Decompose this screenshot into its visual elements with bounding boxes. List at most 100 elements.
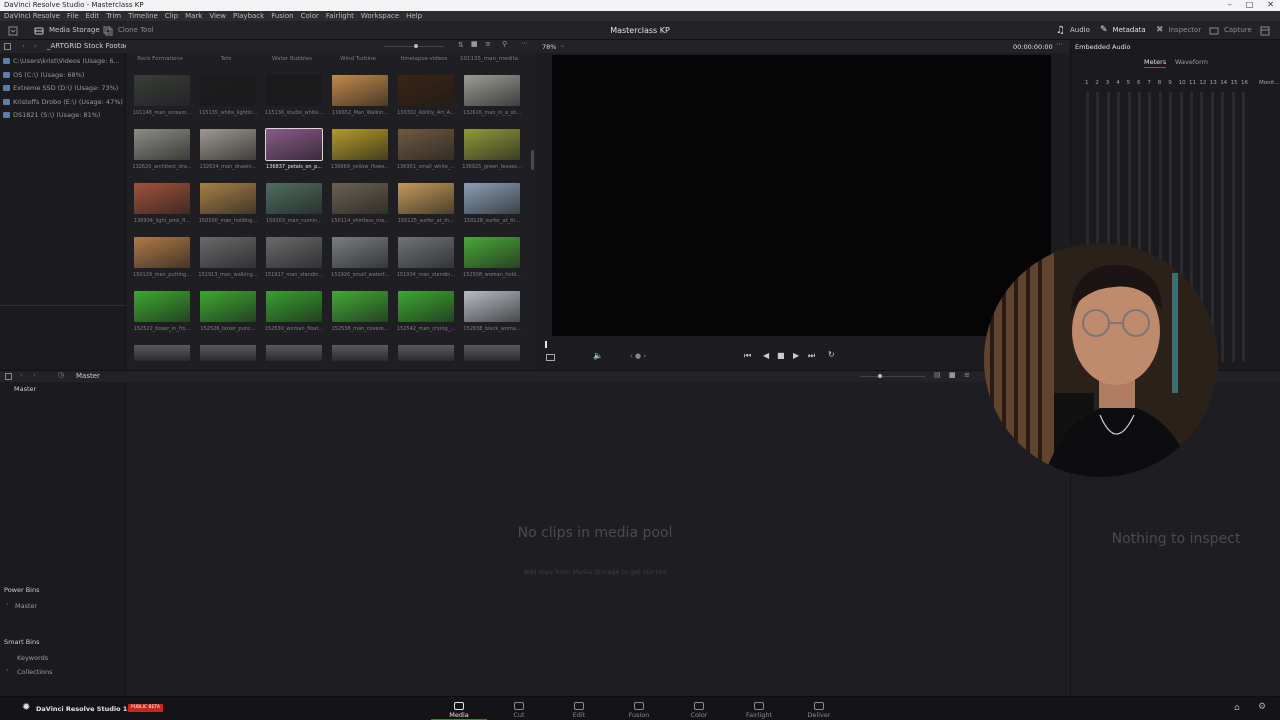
clip-thumbnail[interactable] xyxy=(266,237,322,268)
back-arrow-icon[interactable]: ‹ xyxy=(20,371,23,379)
browser-scrollbar[interactable] xyxy=(531,150,534,170)
folder-label[interactable]: Water Bubbles xyxy=(262,56,322,62)
drive-item[interactable]: C:\Users\krist\Videos (Usage: 6... xyxy=(3,57,120,65)
clip-thumbnail[interactable] xyxy=(464,237,520,268)
clip-thumbnail[interactable] xyxy=(266,75,322,106)
forward-arrow-icon[interactable]: › xyxy=(33,371,36,379)
panel-divider[interactable] xyxy=(0,305,126,306)
inspector-button[interactable]: ✖ Inspector xyxy=(1156,21,1201,40)
clip-thumbnail[interactable] xyxy=(464,129,520,160)
playhead-scrubber[interactable] xyxy=(545,341,547,348)
more-options-icon[interactable]: ⋯ xyxy=(521,39,528,47)
home-icon[interactable]: ⌂ xyxy=(1234,703,1240,713)
clip-thumbnail[interactable] xyxy=(134,237,190,268)
chevron-right-icon[interactable]: › xyxy=(6,601,8,608)
viewer-screen[interactable] xyxy=(552,55,1051,336)
menu-item[interactable]: Playback xyxy=(233,11,264,21)
clip-thumbnail[interactable] xyxy=(266,345,322,361)
clip-thumbnail[interactable] xyxy=(200,237,256,268)
forward-arrow-icon[interactable]: › xyxy=(34,40,37,53)
folder-label[interactable]: Tets xyxy=(196,56,256,62)
speaker-icon[interactable]: 🔈 xyxy=(593,351,603,360)
close-icon[interactable]: ✕ xyxy=(1267,0,1274,11)
list-view-icon[interactable]: ≡ xyxy=(964,371,970,379)
drive-item[interactable]: DS1821 (S:\) (Usage: 81%) xyxy=(3,111,100,119)
drive-item[interactable]: OS (C:\) (Usage: 68%) xyxy=(3,71,84,79)
clip-thumbnail[interactable] xyxy=(332,237,388,268)
clip-thumbnail[interactable] xyxy=(398,345,454,361)
clip-thumbnail[interactable] xyxy=(398,75,454,106)
folder-label[interactable]: Wind Turbine xyxy=(328,56,388,62)
clip-thumbnail[interactable] xyxy=(265,128,323,161)
clip-thumbnail[interactable] xyxy=(398,291,454,322)
folder-label[interactable]: 101135_man_medita... xyxy=(460,56,520,62)
clip-view-icon[interactable] xyxy=(546,354,555,361)
viewer-options-icon[interactable]: ⋯ xyxy=(1056,40,1063,48)
clip-thumbnail[interactable] xyxy=(464,75,520,106)
clip-thumbnail[interactable] xyxy=(200,291,256,322)
clip-thumbnail[interactable] xyxy=(332,291,388,322)
play-icon[interactable]: ▶ xyxy=(793,351,799,360)
drive-item[interactable]: Kristoffs Drobo (E:\) (Usage: 47%) xyxy=(3,98,123,106)
menu-item[interactable]: DaVinci Resolve xyxy=(4,11,60,21)
stop-icon[interactable]: ■ xyxy=(777,351,785,360)
clip-thumbnail[interactable] xyxy=(266,291,322,322)
clip-thumbnail[interactable] xyxy=(200,129,256,160)
tab-edit[interactable]: Edit xyxy=(551,697,607,720)
slider-knob[interactable] xyxy=(414,44,418,48)
menu-item[interactable]: Fusion xyxy=(271,11,293,21)
clip-thumbnail[interactable] xyxy=(332,75,388,106)
thumbnail-size-slider[interactable] xyxy=(860,376,925,377)
media-pool-area[interactable]: No clips in media pool Add clips from Me… xyxy=(126,382,1070,696)
folder-label[interactable]: timelapse-videos xyxy=(394,56,454,62)
back-arrow-icon[interactable]: ‹ xyxy=(22,40,25,53)
clip-thumbnail[interactable] xyxy=(134,345,190,361)
tab-media[interactable]: Media xyxy=(431,697,487,720)
menu-item[interactable]: View xyxy=(209,11,226,21)
slider-knob[interactable] xyxy=(878,374,882,378)
tab-fusion[interactable]: Fusion xyxy=(611,697,667,720)
bin-history-icon[interactable]: ◷ xyxy=(58,371,64,379)
master-bin[interactable]: Master xyxy=(0,385,125,395)
power-bin-master[interactable]: Master xyxy=(15,602,37,610)
menu-item[interactable]: Color xyxy=(301,11,319,21)
menu-item[interactable]: Clip xyxy=(165,11,178,21)
menu-item[interactable]: Trim xyxy=(106,11,121,21)
clip-thumbnail[interactable] xyxy=(134,291,190,322)
tab-color[interactable]: Color xyxy=(671,697,727,720)
clip-thumbnail[interactable] xyxy=(398,129,454,160)
menu-item[interactable]: Timeline xyxy=(128,11,158,21)
tab-deliver[interactable]: Deliver xyxy=(791,697,847,720)
clip-thumbnail[interactable] xyxy=(200,183,256,214)
menu-item[interactable]: Edit xyxy=(86,11,100,21)
drive-item[interactable]: Extreme SSD (D:\) (Usage: 73%) xyxy=(3,84,118,92)
zoom-level[interactable]: 78% xyxy=(542,43,556,51)
clip-thumbnail[interactable] xyxy=(464,291,520,322)
chevron-down-icon[interactable]: ⌄ xyxy=(560,42,565,49)
grid-view-icon[interactable]: ▦ xyxy=(949,371,956,379)
clip-thumbnail[interactable] xyxy=(200,345,256,361)
list-view-icon[interactable]: ≡ xyxy=(485,40,491,48)
search-icon[interactable]: ⚲ xyxy=(502,40,507,48)
clip-thumbnail[interactable] xyxy=(266,183,322,214)
menu-item[interactable]: Mark xyxy=(185,11,202,21)
clip-thumbnail[interactable] xyxy=(134,129,190,160)
smart-bin-collections[interactable]: Collections xyxy=(17,668,53,676)
menu-item[interactable]: File xyxy=(67,11,79,21)
clip-thumbnail[interactable] xyxy=(398,183,454,214)
clip-thumbnail[interactable] xyxy=(134,75,190,106)
smart-bin-keywords[interactable]: Keywords xyxy=(17,654,48,662)
menu-item[interactable]: Workspace xyxy=(361,11,399,21)
tab-fairlight[interactable]: Fairlight xyxy=(731,697,787,720)
tab-cut[interactable]: Cut xyxy=(491,697,547,720)
clip-thumbnail[interactable] xyxy=(332,183,388,214)
skip-end-icon[interactable]: ⏭ xyxy=(808,351,815,361)
clip-thumbnail[interactable] xyxy=(398,237,454,268)
sort-icon[interactable]: ⇅ xyxy=(458,41,464,49)
capture-button[interactable]: Capture xyxy=(1209,21,1252,40)
grid-view-icon[interactable]: ▦ xyxy=(471,40,478,48)
clip-thumbnail[interactable] xyxy=(332,345,388,361)
metadata-button[interactable]: ✎ Metadata xyxy=(1100,21,1146,40)
menu-item[interactable]: Fairlight xyxy=(326,11,354,21)
sidebar-toggle-icon[interactable] xyxy=(5,373,12,380)
